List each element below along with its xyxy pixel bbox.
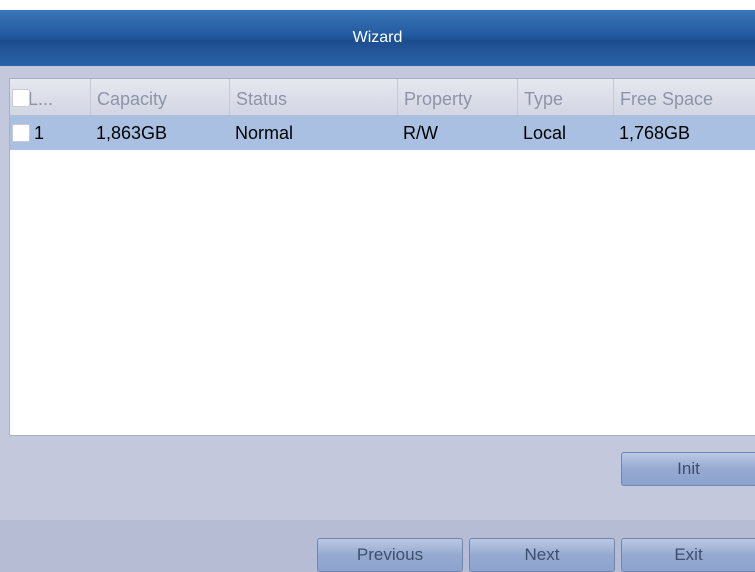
cell-label: 1 bbox=[10, 116, 90, 150]
exit-button[interactable]: Exit bbox=[621, 538, 755, 572]
table-header: L... Capacity Status Property Type Free … bbox=[10, 79, 755, 116]
disk-table[interactable]: L... Capacity Status Property Type Free … bbox=[9, 78, 755, 436]
previous-button[interactable]: Previous bbox=[317, 538, 463, 572]
cell-free-space: 1,768GB bbox=[619, 123, 691, 143]
table-row[interactable]: 1 1,863GB Normal R/W Local 1,768GB bbox=[10, 116, 755, 150]
column-header-property[interactable]: Property bbox=[397, 79, 517, 115]
wizard-window: Wizard L... Capacity Status Property Typ… bbox=[0, 0, 755, 572]
column-header-free-space[interactable]: Free Space bbox=[613, 79, 755, 115]
cell-capacity: 1,863GB bbox=[96, 123, 168, 143]
column-header-capacity[interactable]: Capacity bbox=[90, 79, 229, 115]
row-checkbox[interactable] bbox=[12, 124, 30, 142]
init-button[interactable]: Init bbox=[621, 452, 755, 486]
title-bar: Wizard bbox=[0, 10, 755, 66]
top-margin bbox=[0, 0, 755, 10]
window-title: Wizard bbox=[352, 29, 403, 46]
select-all-checkbox[interactable] bbox=[12, 89, 30, 107]
next-button[interactable]: Next bbox=[469, 538, 615, 572]
cell-property: R/W bbox=[403, 123, 438, 143]
column-header-status[interactable]: Status bbox=[229, 79, 397, 115]
cell-status: Normal bbox=[235, 123, 294, 143]
column-header-label[interactable]: L... bbox=[10, 79, 90, 115]
footer-bar: Previous Next Exit bbox=[0, 520, 755, 572]
column-header-type[interactable]: Type bbox=[517, 79, 613, 115]
cell-type: Local bbox=[523, 123, 567, 143]
